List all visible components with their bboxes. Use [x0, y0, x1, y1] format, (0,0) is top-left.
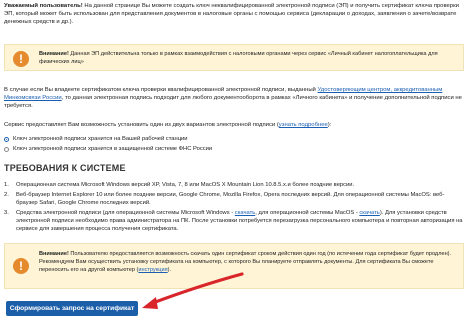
- para2-before: Сервис предоставляет Вам возможность уст…: [4, 122, 279, 128]
- requirement-item: 1. Операционная система Microsoft Window…: [4, 181, 464, 189]
- warning-icon: !: [13, 258, 29, 274]
- red-arrow-annotation: [142, 272, 244, 309]
- item-number: 3.: [4, 209, 9, 216]
- radio-selected-icon[interactable]: [4, 136, 9, 142]
- download-macos-link[interactable]: скачать: [359, 210, 379, 216]
- intro-text: Уважаемый пользователь! На данной страни…: [4, 2, 464, 26]
- notice-body: Данная ЭП действительна только в рамках …: [39, 51, 438, 65]
- warning-notice-text: Внимание! Данная ЭП действительна только…: [39, 50, 457, 66]
- item-number: 1.: [4, 182, 9, 188]
- radio-unselected-icon[interactable]: [4, 146, 9, 152]
- download-windows-link[interactable]: скачать: [235, 210, 255, 216]
- radio-label-workstation: Ключ электронной подписи хранится на Ваш…: [13, 136, 188, 142]
- radio-label-fns: Ключ электронной подписи хранится в защи…: [13, 146, 213, 152]
- warning-icon: !: [13, 51, 29, 67]
- para1-after: , то данная электронная подпись подходит…: [4, 95, 462, 109]
- item3-before: Средства электронной подписи (для операц…: [16, 209, 235, 216]
- notice2-bold: Внимание!: [39, 251, 69, 257]
- radio-option-fns[interactable]: Ключ электронной подписи хранится в защи…: [4, 145, 212, 153]
- requirement-item: 2. Веб-браузер Internet Explorer 10 или …: [4, 191, 464, 208]
- requirements-heading: ТРЕБОВАНИЯ К СИСТЕМЕ: [4, 163, 126, 173]
- certificate-notice-text: Внимание! Пользователю предоставляется в…: [39, 250, 457, 274]
- para1-before: В случае если Вы владеете сертификатом к…: [4, 87, 318, 93]
- qualified-signature-info: В случае если Вы владеете сертификатом к…: [4, 86, 464, 110]
- item-number: 2.: [4, 191, 9, 198]
- requirements-list: 1. Операционная система Microsoft Window…: [4, 181, 464, 235]
- item-text: Веб-браузер Internet Explorer 10 или бол…: [16, 191, 445, 207]
- notice-bold: Внимание!: [39, 51, 69, 57]
- request-certificate-button[interactable]: Сформировать запрос на сертификат: [6, 301, 138, 316]
- radio-option-workstation[interactable]: Ключ электронной подписи хранится на Ваш…: [4, 135, 188, 143]
- warning-notice: ! Внимание! Данная ЭП действительна толь…: [4, 44, 464, 71]
- options-info: Сервис предоставляет Вам возможность уст…: [4, 121, 464, 129]
- item3-mid: , для операционной системы MacOS -: [255, 209, 360, 216]
- item-text: Операционная система Microsoft Windows в…: [16, 182, 355, 188]
- requirement-item: 3. Средства электронной подписи (для опе…: [4, 209, 464, 234]
- learn-more-link[interactable]: узнать подробнее: [279, 122, 328, 128]
- intro-bold: Уважаемый пользователь!: [4, 3, 83, 9]
- item-text: Средства электронной подписи (для операц…: [16, 209, 464, 234]
- para2-after: ):: [327, 122, 332, 128]
